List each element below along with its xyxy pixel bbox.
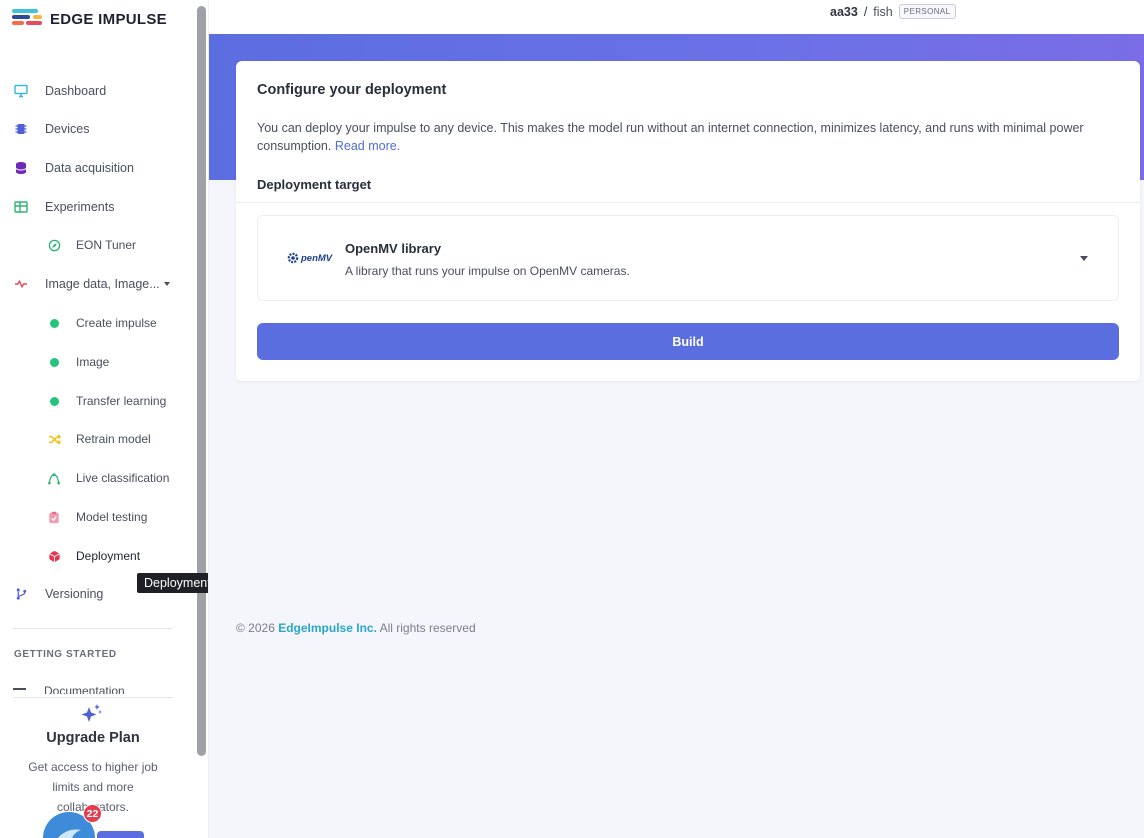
breadcrumb: aa33 / fish PERSONAL: [830, 4, 956, 19]
target-description: A library that runs your impulse on Open…: [345, 264, 630, 278]
sidebar-item-label: Deployment: [76, 549, 141, 563]
copyright-text: © 2026: [236, 621, 275, 635]
target-name: OpenMV library: [345, 241, 442, 256]
notification-badge: 22: [83, 804, 102, 823]
chevron-down-icon[interactable]: [1080, 256, 1088, 261]
openmv-logo: penMV: [287, 252, 332, 264]
sidebar-item-label: Model testing: [76, 510, 148, 524]
edge-impulse-logo-icon: [12, 8, 42, 30]
sidebar-divider: [13, 628, 173, 629]
sidebar-item-label: Retrain model: [76, 432, 151, 446]
sidebar-item-image[interactable]: Image: [0, 350, 180, 374]
sidebar-item-label: Experiments: [45, 200, 115, 214]
sidebar-item-transfer-learning[interactable]: Transfer learning: [0, 389, 180, 413]
app-logo-text: EDGE IMPULSE: [50, 10, 167, 28]
cube-icon: [46, 548, 62, 564]
sidebar-item-create-impulse[interactable]: Create impulse: [0, 311, 180, 335]
monitor-icon: [13, 83, 29, 99]
sidebar-item-experiments[interactable]: Experiments: [0, 195, 180, 219]
sidebar-item-label: Transfer learning: [76, 394, 167, 408]
sidebar-item-data-acquisition[interactable]: Data acquisition: [0, 156, 180, 180]
app-logo[interactable]: EDGE IMPULSE: [12, 8, 167, 30]
sidebar-item-label: Create impulse: [76, 316, 157, 330]
deployment-target-select[interactable]: penMV OpenMV library A library that runs…: [257, 215, 1119, 301]
card-divider: [236, 202, 1140, 203]
sparkles-icon: [80, 702, 104, 731]
green-dot-icon: [46, 315, 62, 331]
build-button[interactable]: Build: [257, 323, 1119, 360]
breadcrumb-user[interactable]: aa33: [830, 5, 858, 19]
breadcrumb-project[interactable]: fish: [873, 5, 892, 19]
network-icon: [46, 470, 62, 486]
database-icon: [13, 160, 29, 176]
project-type-badge: PERSONAL: [898, 4, 956, 19]
deployment-target-label: Deployment target: [257, 177, 372, 192]
sidebar-section-label: GETTING STARTED: [14, 649, 117, 660]
breadcrumb-separator: /: [863, 4, 868, 19]
page-title: Configure your deployment: [257, 82, 447, 98]
footer: © 2026 EdgeImpulse Inc. All rights reser…: [236, 621, 476, 635]
sidebar-item-label: Data acquisition: [45, 161, 134, 175]
sidebar-item-eon-tuner[interactable]: EON Tuner: [0, 233, 180, 257]
green-dot-icon: [46, 393, 62, 409]
sidebar-item-retrain-model[interactable]: Retrain model: [0, 427, 180, 451]
sidebar-item-label: Dashboard: [45, 84, 107, 98]
sidebar-item-label: EON Tuner: [76, 238, 137, 252]
sidebar-item-model-testing[interactable]: Model testing: [0, 505, 180, 529]
footer-brand-link[interactable]: EdgeImpulse Inc.: [278, 621, 377, 635]
compass-icon: [46, 237, 62, 253]
sidebar: EDGE IMPULSE Dashboard Devices Data acqu…: [0, 0, 209, 838]
clipboard-check-icon: [46, 509, 62, 525]
openmv-gear-icon: [287, 252, 299, 264]
chevron-down-icon: [163, 282, 170, 286]
sidebar-item-live-classification[interactable]: Live classification: [0, 466, 180, 490]
top-bar: aa33 / fish PERSONAL: [209, 0, 1144, 34]
sidebar-item-deployment[interactable]: Deployment: [0, 544, 180, 568]
green-dot-icon: [46, 354, 62, 370]
sidebar-item-label: Devices: [45, 122, 90, 136]
upgrade-divider: [13, 697, 173, 698]
sidebar-item-devices[interactable]: Devices: [0, 117, 180, 141]
chip-icon: [13, 121, 29, 137]
upgrade-button[interactable]: [97, 831, 144, 838]
book-icon: [13, 688, 26, 694]
sidebar-item-impulse-design[interactable]: Image data, Image...: [0, 272, 180, 296]
upgrade-title: Upgrade Plan: [46, 730, 140, 746]
deployment-description: You can deploy your impulse to any devic…: [257, 119, 1117, 155]
openmv-logo-text: penMV: [301, 252, 333, 264]
tooltip: Deployment: [137, 573, 208, 593]
sidebar-item-label: Live classification: [76, 471, 170, 485]
pulse-icon: [13, 276, 29, 292]
deployment-card: Configure your deployment You can deploy…: [236, 61, 1140, 381]
sidebar-item-label: Documentation: [44, 684, 125, 694]
shuffle-icon: [46, 431, 62, 447]
git-branch-icon: [13, 586, 29, 602]
sidebar-item-label: Image: [76, 355, 110, 369]
rights-text: All rights reserved: [379, 621, 476, 635]
table-icon: [13, 199, 29, 215]
sidebar-scrollbar[interactable]: [197, 6, 206, 756]
sidebar-item-dashboard[interactable]: Dashboard: [0, 79, 180, 103]
read-more-link[interactable]: Read more.: [335, 139, 400, 153]
sidebar-item-label: Image data, Image...: [45, 277, 160, 291]
sidebar-item-label: Versioning: [45, 587, 104, 601]
sidebar-item-documentation[interactable]: Documentation: [13, 684, 125, 694]
